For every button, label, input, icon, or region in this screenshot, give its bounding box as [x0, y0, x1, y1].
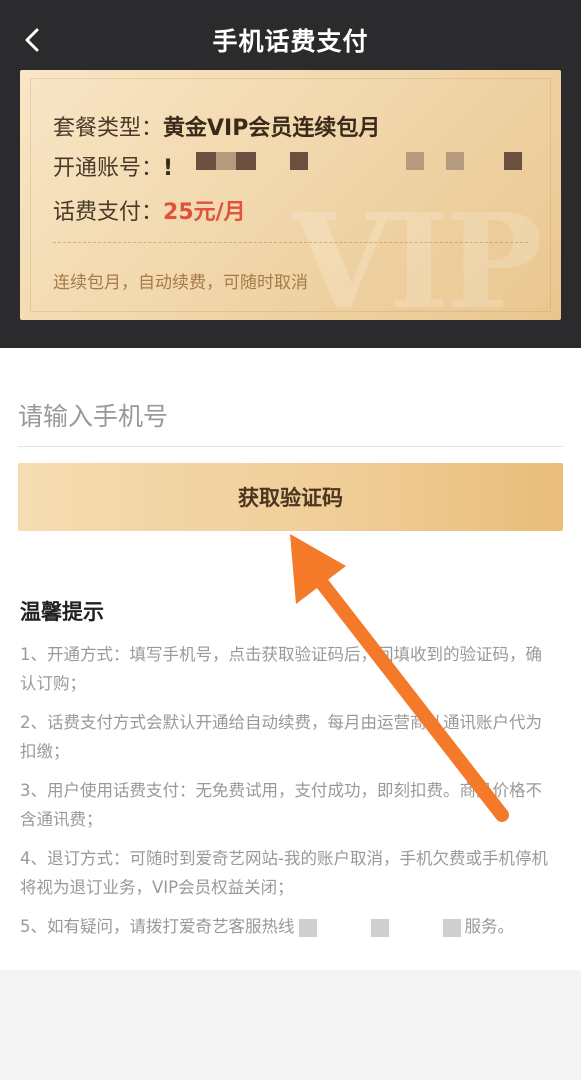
payment-row: 话费支付：25元/月: [53, 194, 246, 226]
page-title: 手机话费支付: [212, 27, 369, 56]
tips-list: 1、开通方式：填写手机号，点击获取验证码后，回填收到的验证码，确认订购； 2、话…: [20, 640, 555, 951]
account-label: 开通账号：: [53, 156, 164, 181]
tip-item: 1、开通方式：填写手机号，点击获取验证码后，回填收到的验证码，确认订购；: [20, 645, 542, 693]
payment-value: 25元/月: [163, 200, 246, 225]
tip-item: 4、退订方式：可随时到爱奇艺网站-我的账户取消，手机欠费或手机停机将视为退订业务…: [20, 849, 548, 897]
order-card: VIP 套餐类型：黄金VIP会员连续包月 开通账号：! 话费支付：25元/月 连…: [20, 70, 561, 320]
tips-title: 温馨提示: [20, 600, 104, 624]
tip-item: 2、话费支付方式会默认开通给自动续费，每月由运营商从通讯账户代为扣缴；: [20, 713, 542, 761]
card-divider: [53, 242, 528, 243]
payment-label: 话费支付：: [53, 200, 164, 225]
redaction-block: [406, 152, 424, 170]
redaction-block: [236, 152, 256, 170]
account-redacted: [178, 150, 522, 174]
tip-item: 5、如有疑问，请拨打爱奇艺客服热线 服务。: [20, 912, 555, 941]
redaction-block: [216, 152, 236, 170]
tip-item-5-suffix: 服务。: [464, 917, 515, 936]
vip-watermark: VIP: [291, 185, 543, 320]
phone-input[interactable]: [18, 386, 563, 447]
tip-item-5-prefix: 5、如有疑问，请拨打爱奇艺客服热线: [20, 917, 295, 936]
get-code-button[interactable]: 获取验证码: [18, 463, 563, 531]
top-section: 手机话费支付 VIP 套餐类型：黄金VIP会员连续包月 开通账号：! 话费支付：…: [0, 0, 581, 348]
package-label: 套餐类型：: [53, 116, 164, 141]
tip-item: 3、用户使用话费支付：无免费试用，支付成功，即刻扣费。商品价格不含通讯费；: [20, 781, 542, 829]
redaction-block: [196, 152, 216, 170]
account-prefix: !: [163, 156, 174, 181]
redaction-block: [446, 152, 464, 170]
redaction-block: [290, 152, 308, 170]
form-section: 获取验证码 温馨提示 1、开通方式：填写手机号，点击获取验证码后，回填收到的验证…: [0, 348, 581, 970]
redaction-block: [504, 152, 522, 170]
redaction-block: [298, 918, 317, 937]
renewal-note: 连续包月，自动续费，可随时取消: [53, 273, 308, 293]
account-row: 开通账号：!: [53, 150, 173, 182]
package-row: 套餐类型：黄金VIP会员连续包月: [53, 110, 380, 142]
redaction-block: [370, 918, 389, 937]
redaction-block: [442, 918, 461, 937]
nav-bar: 手机话费支付: [0, 0, 581, 78]
package-value: 黄金VIP会员连续包月: [163, 116, 381, 141]
